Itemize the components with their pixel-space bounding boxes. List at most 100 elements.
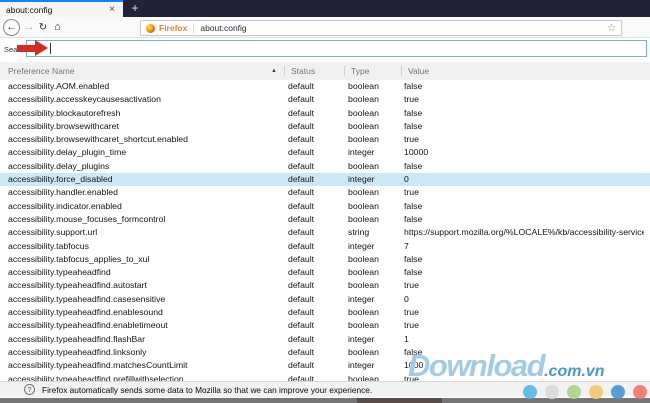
pref-value-cell: false <box>404 346 423 357</box>
tab-close-icon[interactable]: × <box>107 4 117 15</box>
pref-value-cell: https://support.mozilla.org/%LOCALE%/kb/… <box>404 227 644 238</box>
pref-table-row[interactable]: accessibility.AOM.enabled default boolea… <box>0 80 650 93</box>
url-text[interactable]: about:config <box>200 23 607 33</box>
pref-name-cell: accessibility.delay_plugins <box>8 160 110 171</box>
pref-table-row[interactable]: accessibility.typeaheadfind.matchesCount… <box>0 359 650 372</box>
url-bar[interactable]: Firefox about:config ☆ <box>140 20 622 36</box>
pref-status-cell: default <box>288 107 315 118</box>
pref-value-cell: 1 <box>404 333 409 344</box>
pref-status-cell: default <box>288 94 315 105</box>
search-input[interactable] <box>26 40 647 57</box>
pref-name-cell: accessibility.force_disabled <box>8 174 113 185</box>
sort-ascending-icon[interactable]: ▲ <box>271 62 277 80</box>
pref-name-cell: accessibility.typeaheadfind.enablesound <box>8 307 163 318</box>
pref-table-row[interactable]: accessibility.typeaheadfind.enabletimeou… <box>0 319 650 332</box>
notification-text: Firefox automatically sends some data to… <box>42 384 373 395</box>
pref-status-cell: default <box>288 360 315 371</box>
pref-status-cell: default <box>288 200 315 211</box>
pref-value-cell: true <box>404 280 419 291</box>
column-preference-name[interactable]: Preference Name <box>8 62 75 80</box>
pref-type-cell: boolean <box>348 373 379 381</box>
pref-table-row[interactable]: accessibility.handler.enabled default bo… <box>0 186 650 199</box>
pref-value-cell: 7 <box>404 240 409 251</box>
reload-icon[interactable]: ↻ <box>37 17 49 38</box>
pref-type-cell: integer <box>348 293 375 304</box>
pref-table-row[interactable]: accessibility.typeaheadfind.prefillwiths… <box>0 373 650 381</box>
pref-type-cell: boolean <box>348 187 379 198</box>
column-status[interactable]: Status <box>291 62 315 80</box>
pref-table-row[interactable]: accessibility.tabfocus default integer 7 <box>0 240 650 253</box>
pref-value-cell: false <box>404 81 423 91</box>
pref-status-cell: default <box>288 174 315 185</box>
pref-status-cell: default <box>288 267 315 278</box>
pref-table-row[interactable]: accessibility.typeaheadfind.flashBar def… <box>0 333 650 346</box>
arrow-head <box>35 40 48 56</box>
back-icon[interactable]: ← <box>3 19 20 36</box>
pref-table-row[interactable]: accessibility.typeaheadfind.linksonly de… <box>0 346 650 359</box>
pref-table-row[interactable]: accessibility.delay_plugins default bool… <box>0 160 650 173</box>
pref-table-row[interactable]: accessibility.typeaheadfind.casesensitiv… <box>0 293 650 306</box>
pref-table-row[interactable]: accessibility.indicator.enabled default … <box>0 200 650 213</box>
pref-table-row[interactable]: accessibility.blockautorefresh default b… <box>0 107 650 120</box>
pref-status-cell: default <box>288 333 315 344</box>
pref-type-cell: integer <box>348 360 375 371</box>
pref-name-cell: accessibility.support.url <box>8 227 98 238</box>
pref-table-row[interactable]: accessibility.browsewithcaret default bo… <box>0 120 650 133</box>
telemetry-notification-bar: ? Firefox automatically sends some data … <box>0 381 650 397</box>
pref-table-row[interactable]: accessibility.typeaheadfind.enablesound … <box>0 306 650 319</box>
pref-status-cell: default <box>288 227 315 238</box>
tab-aboutconfig[interactable]: about:config × <box>0 0 123 17</box>
pref-name-cell: accessibility.delay_plugin_time <box>8 147 127 158</box>
pref-table-row[interactable]: accessibility.tabfocus_applies_to_xul de… <box>0 253 650 266</box>
column-divider <box>401 66 402 76</box>
pref-name-cell: accessibility.typeaheadfind.flashBar <box>8 333 145 344</box>
home-icon[interactable]: ⌂ <box>51 17 64 38</box>
pref-status-cell: default <box>288 253 315 264</box>
pref-name-cell: accessibility.browsewithcaret <box>8 120 119 131</box>
pref-table-row[interactable]: accessibility.browsewithcaret_shortcut.e… <box>0 133 650 146</box>
pref-table-row[interactable]: accessibility.accesskeycausesactivation … <box>0 93 650 106</box>
pref-name-cell: accessibility.mouse_focuses_formcontrol <box>8 213 166 224</box>
pref-type-cell: boolean <box>348 120 379 131</box>
pref-name-cell: accessibility.typeaheadfind.matchesCount… <box>8 360 188 371</box>
pref-value-cell: false <box>404 200 423 211</box>
firefox-logo-icon <box>146 23 155 33</box>
pref-name-cell: accessibility.indicator.enabled <box>8 200 122 211</box>
pref-value-cell: 1000 <box>404 360 424 371</box>
tab-title: about:config <box>6 4 53 15</box>
pref-type-cell: integer <box>348 333 375 344</box>
pref-name-cell: accessibility.typeaheadfind.casesensitiv… <box>8 293 166 304</box>
pref-table-row[interactable]: accessibility.support.url default string… <box>0 226 650 239</box>
pref-status-cell: default <box>288 293 315 304</box>
pref-name-cell: accessibility.typeaheadfind.enabletimeou… <box>8 320 168 331</box>
pref-table-row[interactable]: accessibility.delay_plugin_time default … <box>0 146 650 159</box>
pref-status-cell: default <box>288 373 315 381</box>
pref-type-cell: integer <box>348 147 375 158</box>
forward-icon[interactable]: → <box>23 17 35 38</box>
pref-table-row[interactable]: accessibility.typeaheadfind default bool… <box>0 266 650 279</box>
pref-table-row[interactable]: accessibility.force_disabled default int… <box>0 173 650 187</box>
pref-table-row[interactable]: accessibility.typeaheadfind.autostart de… <box>0 279 650 292</box>
pref-value-cell: true <box>404 187 419 198</box>
pref-value-cell: true <box>404 320 419 331</box>
pref-status-cell: default <box>288 320 315 331</box>
column-value[interactable]: Value <box>408 62 429 80</box>
pref-type-cell: boolean <box>348 81 379 91</box>
pref-name-cell: accessibility.handler.enabled <box>8 187 118 198</box>
pref-type-cell: boolean <box>348 213 379 224</box>
pref-type-cell: boolean <box>348 307 379 318</box>
bookmark-star-icon[interactable]: ☆ <box>607 23 616 34</box>
column-type[interactable]: Type <box>351 62 369 80</box>
new-tab-button[interactable]: + <box>127 0 143 17</box>
pref-value-cell: true <box>404 373 419 381</box>
pref-status-cell: default <box>288 240 315 251</box>
pref-status-cell: default <box>288 160 315 171</box>
pref-value-cell: false <box>404 267 423 278</box>
bottom-edge-strip <box>0 398 650 403</box>
navigation-bar: ← → ↻ ⌂ Firefox about:config ☆ <box>0 17 650 38</box>
pref-status-cell: default <box>288 134 315 145</box>
pref-table-row[interactable]: accessibility.mouse_focuses_formcontrol … <box>0 213 650 226</box>
pref-status-cell: default <box>288 81 315 91</box>
column-divider <box>344 66 345 76</box>
pref-name-cell: accessibility.AOM.enabled <box>8 81 110 91</box>
